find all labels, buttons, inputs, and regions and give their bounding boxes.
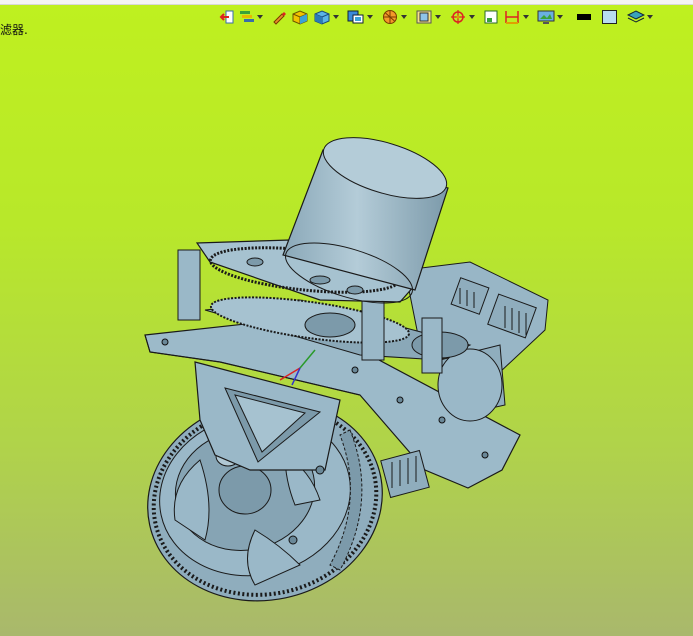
pencil-icon bbox=[273, 12, 286, 25]
chevron-down-icon bbox=[333, 15, 339, 19]
section-view-icon bbox=[383, 10, 397, 24]
heads-up-toolbar bbox=[218, 7, 658, 27]
chevron-down-icon bbox=[401, 15, 407, 19]
background-color-button[interactable] bbox=[600, 7, 620, 27]
chevron-down-icon bbox=[557, 15, 563, 19]
view-orientation-button[interactable] bbox=[346, 7, 378, 27]
box-yellow-icon bbox=[292, 10, 308, 25]
exit-sketch-button[interactable] bbox=[218, 7, 236, 27]
single-view-icon bbox=[484, 10, 498, 24]
black-fill-icon bbox=[577, 14, 591, 20]
display-style-button[interactable] bbox=[312, 7, 344, 27]
single-view-button[interactable] bbox=[482, 7, 500, 27]
zoom-frame-icon bbox=[416, 10, 432, 24]
dimension-icon bbox=[505, 11, 519, 24]
target-icon bbox=[451, 10, 465, 24]
exit-sketch-icon bbox=[219, 10, 234, 24]
light-blue-square-icon bbox=[602, 10, 617, 24]
black-fill-button[interactable] bbox=[574, 7, 594, 27]
shaded-box-button[interactable] bbox=[290, 7, 310, 27]
cad-model[interactable] bbox=[0, 28, 693, 636]
target-button[interactable] bbox=[448, 7, 480, 27]
layers-icon bbox=[627, 10, 645, 23]
chevron-down-icon bbox=[523, 15, 529, 19]
view-orientation-icon bbox=[347, 10, 364, 24]
dimension-button[interactable] bbox=[502, 7, 534, 27]
zoom-frame-button[interactable] bbox=[414, 7, 446, 27]
3d-viewport[interactable] bbox=[0, 28, 693, 636]
display-settings-icon bbox=[240, 11, 254, 22]
monitor-button[interactable] bbox=[536, 7, 568, 27]
chevron-down-icon bbox=[469, 15, 475, 19]
display-settings-button[interactable] bbox=[238, 7, 268, 27]
monitor-icon bbox=[537, 10, 555, 24]
chevron-down-icon bbox=[367, 15, 373, 19]
layers-button[interactable] bbox=[626, 7, 658, 27]
box-blue-icon bbox=[314, 10, 330, 25]
section-view-button[interactable] bbox=[380, 7, 412, 27]
chevron-down-icon bbox=[257, 15, 263, 19]
chevron-down-icon bbox=[647, 15, 653, 19]
window-top-strip bbox=[0, 0, 693, 5]
pencil-button[interactable] bbox=[270, 7, 288, 27]
chevron-down-icon bbox=[435, 15, 441, 19]
